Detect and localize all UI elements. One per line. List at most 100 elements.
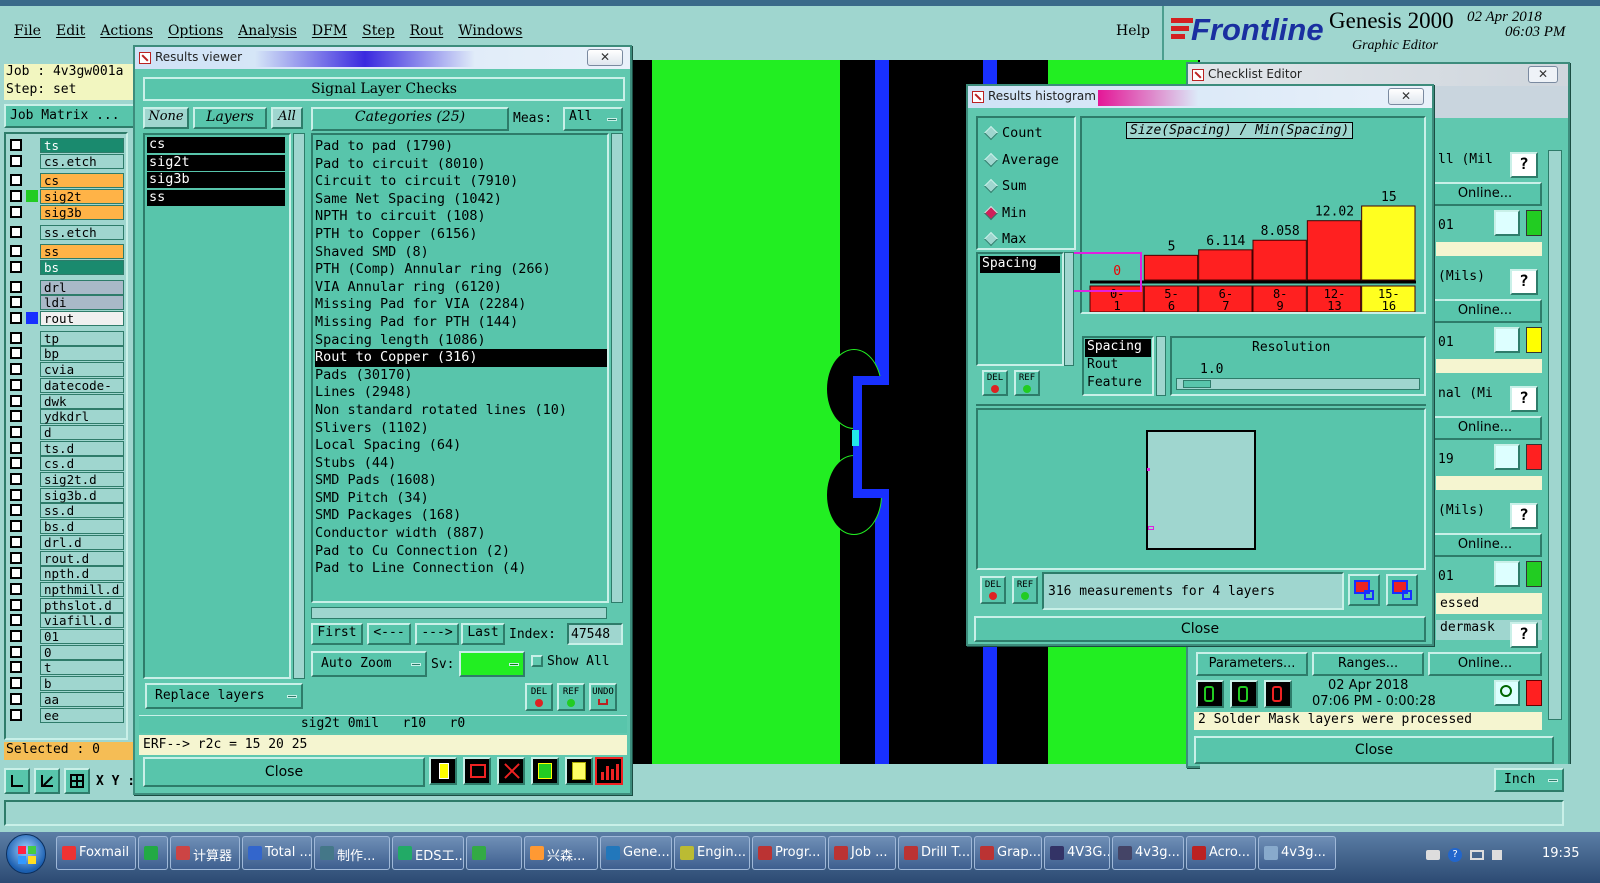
layer-row[interactable]: dwk — [6, 393, 126, 410]
histogram-bar[interactable] — [1361, 205, 1416, 281]
layer-row[interactable]: cs.d — [6, 456, 126, 472]
taskbar-item[interactable]: Grap... — [974, 836, 1042, 870]
prev-button[interactable]: <--- — [367, 623, 411, 645]
undo-button[interactable]: UNDO — [589, 683, 617, 711]
layer-row[interactable]: sig3b.d — [6, 487, 126, 504]
category-item[interactable]: PTH to Copper (6156) — [315, 226, 607, 244]
auto-zoom-dropdown[interactable]: Auto Zoom — [311, 651, 427, 677]
layer-checkbox[interactable] — [10, 190, 22, 203]
highlight-all-icon[interactable] — [1348, 574, 1380, 606]
layer-row[interactable]: pthslot.d — [6, 597, 126, 614]
resolution-slider[interactable] — [1176, 378, 1420, 390]
category-item[interactable]: Pads (30170) — [315, 367, 607, 385]
layer-row[interactable]: viafill.d — [6, 613, 126, 629]
mode-option-max[interactable]: Max — [978, 230, 1074, 250]
layers-button[interactable]: Layers — [193, 107, 267, 129]
layer-row[interactable]: bs.d — [6, 519, 126, 535]
layer-info-icon[interactable] — [429, 757, 457, 785]
category-item[interactable]: Missing Pad for PTH (144) — [315, 314, 607, 332]
layer-checkbox[interactable] — [10, 457, 22, 470]
del-button[interactable]: DEL — [525, 683, 553, 711]
layer-row[interactable]: drl — [6, 279, 126, 296]
layer-row[interactable]: npth.d — [6, 566, 126, 582]
histogram-close-button[interactable]: Close — [974, 616, 1426, 642]
layer-row[interactable]: datecode-bs — [6, 377, 126, 406]
layer-row[interactable]: sig2t.d — [6, 472, 126, 488]
help-menu[interactable]: Help — [1116, 23, 1150, 39]
group-option[interactable]: Spacing — [1085, 339, 1151, 357]
layer-row[interactable]: 01 — [6, 629, 126, 645]
menu-rout[interactable]: Rout — [410, 23, 444, 39]
size-list-scrollbar[interactable] — [1064, 252, 1074, 366]
meas-dropdown[interactable]: All — [563, 107, 623, 131]
check-online-button[interactable]: Online... — [1428, 416, 1542, 440]
checklist-close-button[interactable]: Close — [1194, 736, 1554, 764]
layer-checkbox[interactable] — [10, 567, 22, 580]
category-item[interactable]: Slivers (1102) — [315, 420, 607, 438]
layer-checkbox[interactable] — [10, 139, 22, 151]
category-item[interactable]: Pad to Line Connection (4) — [315, 560, 607, 578]
layer-checkbox[interactable] — [10, 520, 22, 533]
layer-row[interactable]: npthmill.d — [6, 581, 126, 598]
menu-edit[interactable]: Edit — [56, 23, 85, 39]
category-item[interactable]: Circuit to circuit (7910) — [315, 173, 607, 191]
check-online-button[interactable]: Online... — [1428, 182, 1542, 206]
layer-checkbox[interactable] — [10, 347, 22, 360]
layer-checkbox[interactable] — [10, 582, 22, 595]
measure-tool-icon[interactable] — [34, 768, 60, 794]
layer-checkbox[interactable] — [10, 488, 22, 501]
layer-row[interactable]: ts.d — [6, 440, 126, 457]
menu-options[interactable]: Options — [168, 23, 223, 39]
mode-option-count[interactable]: Count — [978, 124, 1074, 144]
taskbar-item[interactable]: 4V3G... — [1044, 836, 1110, 870]
slider-thumb[interactable] — [1183, 380, 1211, 388]
check-help-button[interactable]: ? — [1510, 152, 1538, 178]
show-all-checkbox[interactable] — [531, 655, 543, 667]
layer-checkbox[interactable] — [10, 677, 22, 690]
check-help-button[interactable]: ? — [1510, 386, 1538, 412]
layer-row[interactable]: sig2t — [6, 189, 126, 205]
category-item[interactable]: Missing Pad for VIA (2284) — [315, 296, 607, 314]
histogram-del-top[interactable]: DEL — [982, 370, 1008, 396]
layer-row[interactable]: cs — [6, 173, 126, 189]
highlight-selected-icon[interactable] — [1386, 574, 1418, 606]
layer-checkbox[interactable] — [10, 504, 22, 517]
none-button[interactable]: None — [143, 107, 189, 129]
menu-windows[interactable]: Windows — [458, 23, 522, 39]
mode-option-min[interactable]: Min — [978, 204, 1074, 224]
group-option[interactable]: Rout — [1085, 357, 1151, 375]
histogram-bar[interactable] — [1306, 220, 1362, 281]
category-item[interactable]: PTH (Comp) Annular ring (266) — [315, 261, 607, 279]
layer-checkbox[interactable] — [10, 394, 22, 407]
taskbar-item[interactable]: Total ... — [242, 836, 312, 870]
layer-checkbox[interactable] — [10, 661, 22, 674]
taskbar-item[interactable]: 兴森... — [524, 836, 598, 870]
results-close-button[interactable]: Close — [143, 757, 425, 787]
taskbar-item[interactable]: 计算器 — [170, 836, 240, 870]
histogram-bar[interactable] — [1143, 254, 1199, 281]
run-icon[interactable] — [1196, 680, 1224, 708]
taskbar-item[interactable]: 4v3g... — [1258, 836, 1336, 870]
categories-button[interactable]: Categories (25) — [311, 107, 509, 131]
layer-checkbox[interactable] — [10, 425, 22, 438]
clear-icon[interactable] — [497, 757, 525, 785]
check-help-button[interactable]: ? — [1510, 503, 1538, 529]
check-online-button[interactable]: Online... — [1428, 299, 1542, 323]
category-item[interactable]: Shaved SMD (8) — [315, 244, 607, 262]
menu-analysis[interactable]: Analysis — [238, 23, 297, 39]
report-icon[interactable] — [463, 757, 491, 785]
layer-checkbox[interactable] — [10, 614, 22, 627]
zoom-result-icon[interactable] — [1494, 327, 1520, 353]
layer-checkbox[interactable] — [10, 296, 22, 309]
zoom-result-icon[interactable] — [1494, 210, 1520, 236]
layer-row[interactable]: aa — [6, 691, 126, 708]
group-option[interactable]: Feature — [1085, 375, 1151, 393]
menu-dfm[interactable]: DFM — [312, 23, 347, 39]
category-item[interactable]: Local Spacing (64) — [315, 437, 607, 455]
histogram-ref-button[interactable]: REF — [1012, 576, 1038, 604]
layer-checkbox[interactable] — [10, 260, 22, 273]
layer-row[interactable]: sig3b — [6, 204, 126, 221]
close-icon[interactable]: ✕ — [587, 49, 623, 66]
job-matrix-button[interactable]: Job Matrix ... — [4, 104, 136, 128]
all-button[interactable]: All — [271, 107, 303, 129]
